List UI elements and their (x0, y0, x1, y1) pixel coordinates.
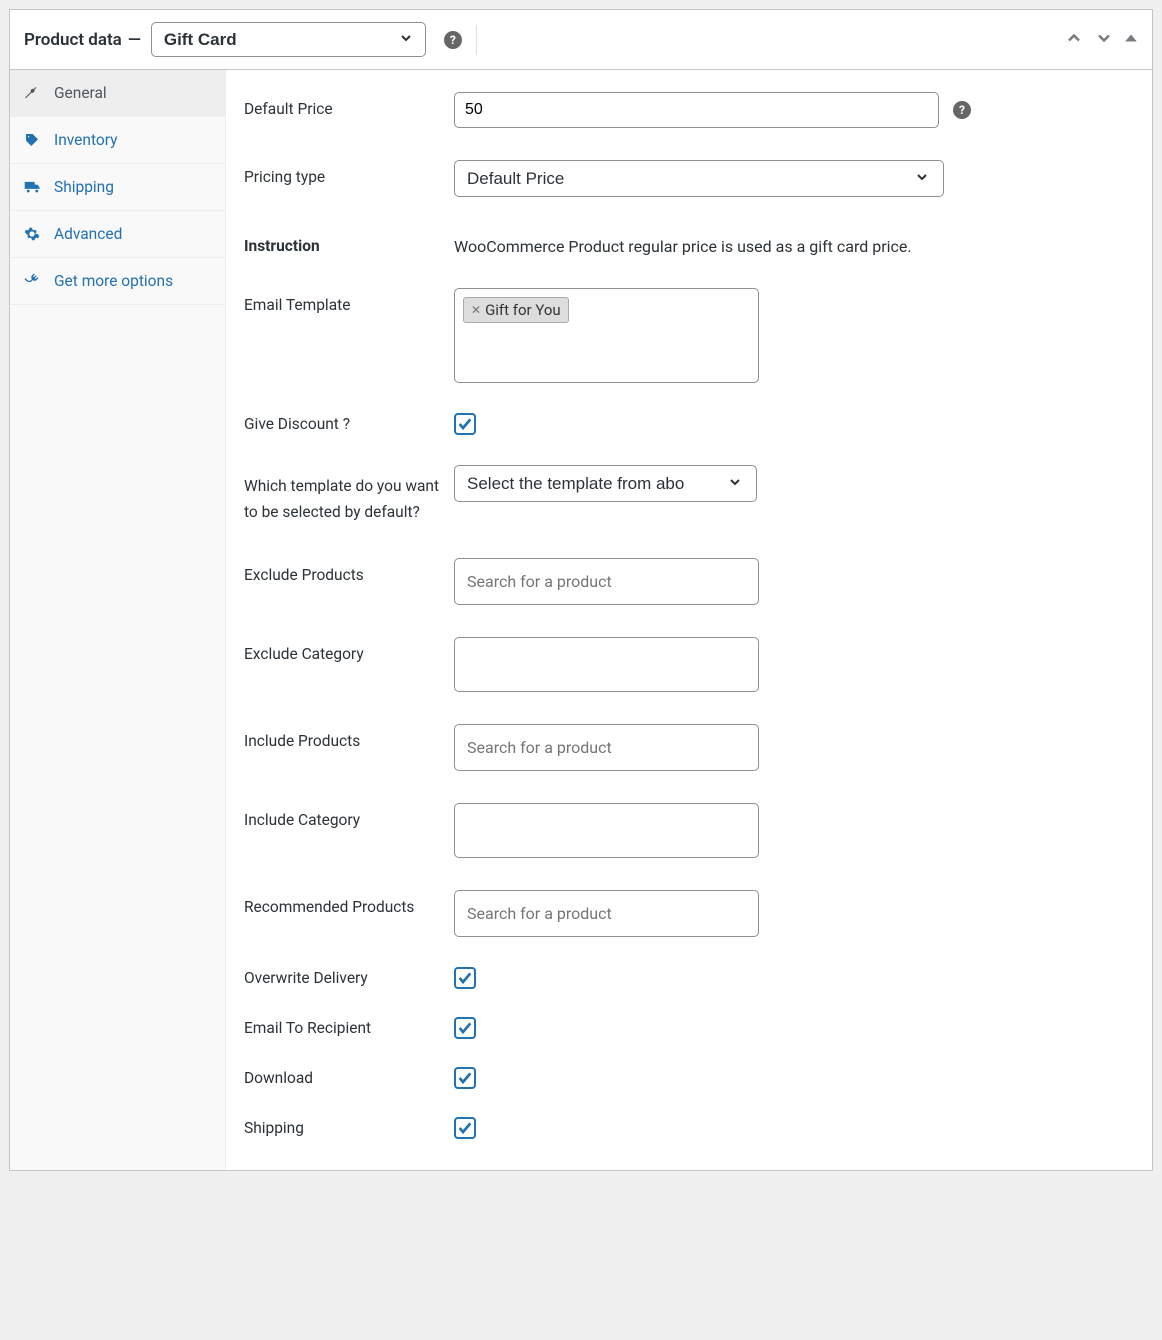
include-products-label: Include Products (244, 724, 454, 750)
include-category-label: Include Category (244, 803, 454, 829)
tab-general[interactable]: General (10, 70, 225, 117)
give-discount-checkbox[interactable] (454, 413, 476, 435)
default-template-select[interactable]: Select the template from abo (454, 465, 757, 502)
gear-icon (24, 226, 42, 242)
field-shipping: Shipping (244, 1109, 1132, 1139)
instruction-label: Instruction (244, 229, 454, 255)
product-type-select-wrap: Gift Card (151, 22, 426, 57)
plug-icon (24, 273, 42, 289)
shipping-checkbox[interactable] (454, 1117, 476, 1139)
header-separator (476, 25, 477, 55)
tab-inventory[interactable]: Inventory (10, 117, 225, 164)
tag-text: Gift for You (485, 301, 561, 319)
recommended-products-input[interactable]: Search for a product (454, 890, 759, 937)
shipping-label: Shipping (244, 1117, 454, 1137)
tab-label: Shipping (54, 178, 114, 196)
pricing-type-label: Pricing type (244, 160, 454, 186)
move-down-button[interactable] (1094, 28, 1114, 52)
include-category-input[interactable] (454, 803, 759, 858)
field-give-discount: Give Discount ? (244, 405, 1132, 455)
panel-body: General Inventory (10, 70, 1152, 1170)
field-default-template: Which template do you want to be selecte… (244, 455, 1132, 548)
tab-label: Get more options (54, 272, 173, 290)
panel-header: Product data — Gift Card ? (10, 10, 1152, 70)
overwrite-delivery-label: Overwrite Delivery (244, 967, 454, 987)
exclude-products-label: Exclude Products (244, 558, 454, 584)
field-pricing-type: Pricing type Default Price (244, 150, 1132, 219)
help-icon[interactable]: ? (953, 101, 971, 119)
field-email-to-recipient: Email To Recipient (244, 1009, 1132, 1059)
field-include-category: Include Category (244, 793, 1132, 880)
header-actions (1064, 28, 1138, 52)
give-discount-label: Give Discount ? (244, 413, 454, 433)
recommended-products-label: Recommended Products (244, 890, 454, 916)
default-price-label: Default Price (244, 92, 454, 118)
exclude-category-input[interactable] (454, 637, 759, 692)
field-exclude-category: Exclude Category (244, 627, 1132, 714)
download-label: Download (244, 1067, 454, 1087)
product-data-panel: Product data — Gift Card ? (9, 9, 1153, 1171)
product-type-select[interactable]: Gift Card (151, 22, 426, 57)
email-template-label: Email Template (244, 288, 454, 314)
field-default-price: Default Price ? (244, 82, 1132, 150)
pricing-type-select[interactable]: Default Price (454, 160, 944, 197)
exclude-category-label: Exclude Category (244, 637, 454, 663)
email-template-tagbox[interactable]: ✕ Gift for You (454, 288, 759, 383)
panel-title: Product data (24, 30, 122, 50)
tab-advanced[interactable]: Advanced (10, 211, 225, 258)
tab-label: Advanced (54, 225, 122, 243)
field-include-products: Include Products Search for a product (244, 714, 1132, 793)
field-overwrite-delivery: Overwrite Delivery (244, 959, 1132, 1009)
field-download: Download (244, 1059, 1132, 1109)
default-template-label: Which template do you want to be selecte… (244, 465, 454, 526)
download-checkbox[interactable] (454, 1067, 476, 1089)
tag-icon (24, 132, 42, 148)
default-price-input[interactable] (454, 92, 939, 128)
help-icon[interactable]: ? (444, 31, 462, 49)
field-exclude-products: Exclude Products Search for a product (244, 548, 1132, 627)
tab-shipping[interactable]: Shipping (10, 164, 225, 211)
field-instruction: Instruction WooCommerce Product regular … (244, 219, 1132, 278)
tab-label: General (54, 84, 107, 102)
email-to-recipient-checkbox[interactable] (454, 1017, 476, 1039)
sidebar-tabs: General Inventory (10, 70, 226, 1170)
close-icon[interactable]: ✕ (471, 303, 481, 317)
include-products-input[interactable]: Search for a product (454, 724, 759, 771)
collapse-button[interactable] (1124, 31, 1138, 49)
field-email-template: Email Template ✕ Gift for You (244, 278, 1132, 405)
email-to-recipient-label: Email To Recipient (244, 1017, 454, 1037)
title-dash: — (128, 30, 141, 50)
move-up-button[interactable] (1064, 28, 1084, 52)
exclude-products-input[interactable]: Search for a product (454, 558, 759, 605)
instruction-text: WooCommerce Product regular price is use… (454, 229, 912, 256)
wrench-icon (24, 85, 42, 101)
overwrite-delivery-checkbox[interactable] (454, 967, 476, 989)
tab-label: Inventory (54, 131, 117, 149)
truck-icon (24, 179, 42, 196)
tab-more-options[interactable]: Get more options (10, 258, 225, 305)
field-recommended-products: Recommended Products Search for a produc… (244, 880, 1132, 959)
tab-content-general: Default Price ? Pricing type Default Pri… (226, 70, 1152, 1170)
email-template-tag[interactable]: ✕ Gift for You (463, 297, 569, 323)
